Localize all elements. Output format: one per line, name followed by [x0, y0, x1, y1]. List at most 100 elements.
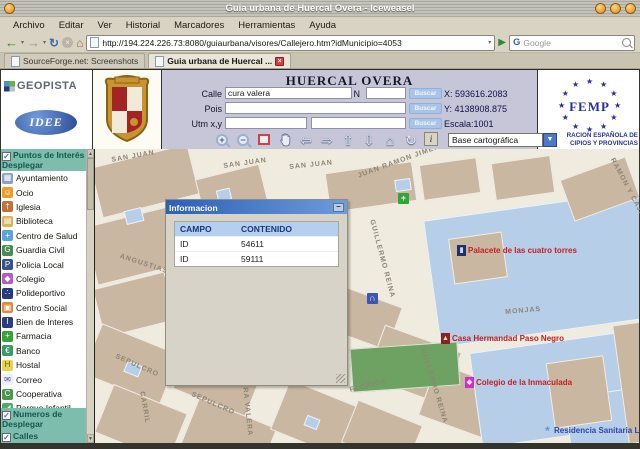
- poi-desplegar-link[interactable]: Desplegar: [2, 161, 92, 170]
- table-row: ID 54611: [175, 236, 338, 251]
- window-title: Guia urbana de Huercal Overa - Iceweasel: [225, 3, 415, 14]
- url-dropdown-icon[interactable]: ▾: [488, 40, 491, 46]
- minimize-window-icon[interactable]: –: [333, 203, 344, 212]
- sidebar-scrollbar[interactable]: ▲ ▼: [86, 149, 94, 443]
- femp-star-icon: ★: [600, 121, 608, 131]
- scroll-up-icon[interactable]: ▲: [87, 149, 94, 158]
- go-button[interactable]: ▶: [498, 37, 506, 48]
- pan-right-tool[interactable]: ⇨: [318, 132, 336, 148]
- basemap-select[interactable]: Base cartográfica: [448, 133, 543, 147]
- sidebar-item[interactable]: P Policia Local: [0, 257, 86, 271]
- tab-label[interactable]: Guia urbana de Huercal ...: [167, 56, 272, 66]
- refresh-icon: ↻: [405, 131, 417, 148]
- calles-checkbox[interactable]: ✓: [2, 433, 11, 442]
- pan-hand-icon: [279, 132, 290, 146]
- scroll-down-icon[interactable]: ▼: [87, 434, 94, 443]
- url-text[interactable]: http://194.224.226.73:8080/guiaurbana/vi…: [102, 38, 485, 48]
- navigation-toolbar: ← ▾ → ▾ ↻ × ⌂ http://194.224.226.73:8080…: [0, 33, 640, 53]
- google-logo-icon[interactable]: G: [513, 37, 520, 48]
- menu-item[interactable]: Herramientas: [231, 18, 302, 33]
- refresh-map-tool[interactable]: ↻: [402, 132, 420, 148]
- zoom-out-tool[interactable]: −: [234, 132, 252, 148]
- library-icon: ▤: [2, 215, 13, 227]
- menu-item[interactable]: Marcadores: [167, 18, 231, 33]
- map-canvas[interactable]: SAN JUAN SAN JUAN SAN JUAN JUAN RAMON JIMEN…: [95, 149, 640, 443]
- refresh-button[interactable]: ↻: [49, 37, 59, 49]
- menu-item[interactable]: Editar: [52, 18, 91, 33]
- map-building: [490, 155, 556, 201]
- numero-label: N: [353, 89, 361, 99]
- sidebar-item[interactable]: ▦ Ayuntamiento: [0, 171, 86, 185]
- pan-down-tool[interactable]: ⇩: [360, 132, 378, 148]
- sidebar-item-label: Cooperativa: [16, 389, 62, 400]
- poi-label-text: Colegio de la Inmaculada: [476, 378, 573, 387]
- informacion-titlebar[interactable]: Informacion –: [166, 200, 347, 214]
- info-tool-button[interactable]: i: [424, 132, 438, 146]
- hostel-icon: H: [2, 359, 13, 371]
- forward-button[interactable]: →: [27, 36, 40, 49]
- basemap-dropdown-icon[interactable]: ▼: [543, 133, 557, 147]
- back-dropdown-icon[interactable]: ▾: [21, 40, 24, 46]
- back-button[interactable]: ←: [5, 36, 18, 49]
- sidebar-item[interactable]: ◆ Colegio: [0, 272, 86, 286]
- numeros-section-header[interactable]: ✓ Numeros de Desplegar: [0, 408, 87, 430]
- poi-section-header[interactable]: ✓ Puntos de Interés Desplegar: [0, 149, 94, 171]
- search-icon[interactable]: [622, 38, 631, 47]
- numeros-desplegar-link[interactable]: Desplegar: [2, 420, 85, 429]
- sidebar-item[interactable]: ☺ Ocio: [0, 185, 86, 199]
- stop-button[interactable]: ×: [62, 37, 74, 48]
- sidebar-item[interactable]: H Hostal: [0, 358, 86, 372]
- search-input[interactable]: G Google: [509, 34, 635, 51]
- tab-label[interactable]: SourceForge.net: Screenshots: [23, 56, 138, 66]
- pois-input[interactable]: [225, 102, 406, 114]
- menu-item[interactable]: Ayuda: [302, 18, 343, 33]
- close-button[interactable]: [625, 3, 636, 14]
- main-content: ✓ Puntos de Interés Desplegar ▦ Ayuntamien…: [0, 149, 640, 443]
- resize-grip[interactable]: [336, 374, 345, 383]
- sidebar-item[interactable]: † Iglesia: [0, 200, 86, 214]
- minimize-button[interactable]: [595, 3, 606, 14]
- zoom-box-tool[interactable]: [255, 132, 273, 148]
- sidebar-item[interactable]: € Banco: [0, 344, 86, 358]
- zoom-in-tool[interactable]: +: [213, 132, 231, 148]
- pan-tool[interactable]: [276, 132, 294, 148]
- sidebar-item[interactable]: ✉ Correo: [0, 372, 86, 386]
- tab-guia-urbana[interactable]: Guia urbana de Huercal ... ×: [148, 53, 292, 68]
- menu-item[interactable]: Archivo: [6, 18, 52, 33]
- menu-item[interactable]: Historial: [119, 18, 167, 33]
- titlebar[interactable]: Guia urbana de Huercal Overa - Iceweasel: [0, 0, 640, 18]
- sidebar-item[interactable]: C Cooperativa: [0, 387, 86, 401]
- search-placeholder[interactable]: Google: [523, 38, 619, 48]
- sidebar-item[interactable]: ▣ Centro Social: [0, 301, 86, 315]
- buscar-calle-button[interactable]: Buscar: [409, 88, 442, 99]
- pan-up-tool[interactable]: ⇧: [339, 132, 357, 148]
- forward-dropdown-icon[interactable]: ▾: [43, 40, 46, 46]
- url-bar[interactable]: http://194.224.226.73:8080/guiaurbana/vi…: [86, 34, 496, 51]
- calles-section-header[interactable]: ✓ Calles: [0, 430, 87, 443]
- home-button[interactable]: ⌂: [76, 37, 83, 49]
- buscar-utm-button[interactable]: Buscar: [409, 118, 442, 129]
- tab-close-icon[interactable]: ×: [275, 56, 285, 66]
- column-header: CONTENIDO: [241, 224, 292, 234]
- sidebar-item-label: Guardia Civil: [16, 245, 65, 256]
- sidebar-item[interactable]: ▤ Biblioteca: [0, 214, 86, 228]
- utm-x-input[interactable]: [225, 117, 307, 129]
- pois-label: Pois: [204, 104, 222, 114]
- scrollbar-thumb[interactable]: [87, 158, 94, 210]
- sidebar-item[interactable]: I Bien de Interes: [0, 315, 86, 329]
- menu-item[interactable]: Ver: [91, 18, 119, 33]
- poi-label: ▲ Casa Hermandad Paso Negro: [441, 333, 564, 344]
- utm-y-input[interactable]: [311, 117, 406, 129]
- numero-input[interactable]: [366, 87, 406, 99]
- sidebar-item[interactable]: ∴ Polideportivo: [0, 286, 86, 300]
- tab-sourceforge[interactable]: SourceForge.net: Screenshots: [4, 53, 146, 68]
- full-extent-tool[interactable]: ⌂: [381, 132, 399, 148]
- buscar-pois-button[interactable]: Buscar: [409, 103, 442, 114]
- pan-left-tool[interactable]: ⇦: [297, 132, 315, 148]
- guardia-civil-icon: G: [2, 244, 13, 256]
- street-label: GUILLERMO REINA: [368, 219, 396, 299]
- maximize-button[interactable]: [610, 3, 621, 14]
- sidebar-item[interactable]: + Centro de Salud: [0, 229, 86, 243]
- sidebar-item[interactable]: G Guardia Civil: [0, 243, 86, 257]
- sidebar-item[interactable]: + Farmacia: [0, 329, 86, 343]
